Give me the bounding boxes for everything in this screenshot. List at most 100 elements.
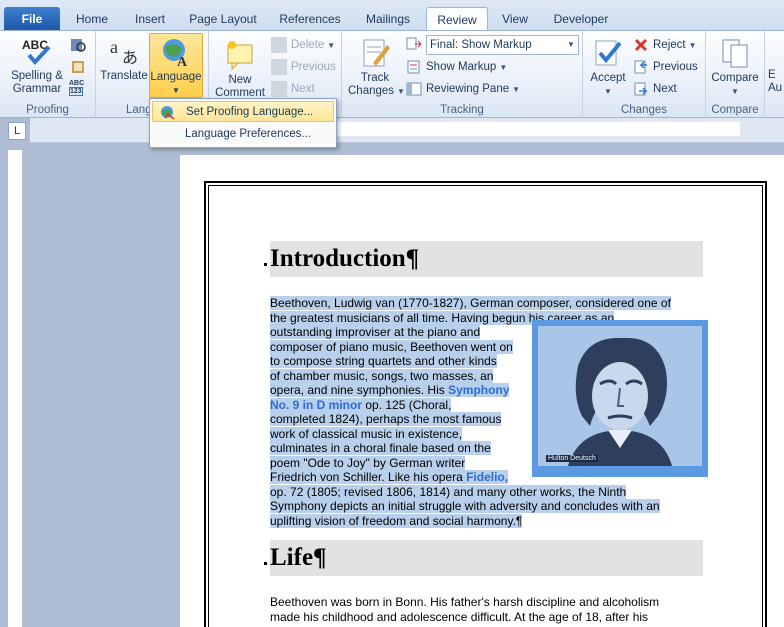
- previous-change-label: Previous: [653, 61, 698, 73]
- translate-icon: aあ: [108, 35, 140, 67]
- accept-button[interactable]: Accept ▼: [585, 37, 631, 98]
- language-button[interactable]: A Language ▼: [149, 33, 203, 98]
- tab-view[interactable]: View: [494, 8, 536, 30]
- image-credit: Hulton Deutsch: [546, 455, 598, 462]
- show-markup-label: Show Markup: [426, 61, 497, 73]
- text-line: outstanding improviser at the piano and: [270, 325, 481, 339]
- accept-icon: [592, 37, 624, 69]
- word-count-123: 123: [69, 87, 83, 96]
- translate-button[interactable]: aあ Translate: [98, 35, 150, 83]
- text-line: Beethoven was born in Bonn. His father's…: [270, 595, 660, 609]
- heading-life-text: Life¶: [270, 544, 327, 571]
- group-proofing: ABC Spelling & Grammar ABC 123 Proofing: [0, 31, 96, 117]
- previous-comment-label: Previous: [291, 61, 336, 73]
- text-line: op. 72 (1805; revised 1806, 1814) and ma…: [270, 484, 627, 499]
- word-count-icon[interactable]: ABC 123: [69, 80, 89, 98]
- tab-insert[interactable]: Insert: [124, 8, 176, 30]
- group-label-compare: Compare: [711, 104, 759, 116]
- show-markup-icon: [406, 59, 422, 75]
- heading-life[interactable]: Life¶: [270, 540, 703, 576]
- text-line: made his childhood and adolescence diffi…: [270, 609, 649, 624]
- tab-file[interactable]: File: [4, 7, 60, 31]
- ribbon-tab-bar: File Home Insert Page Layout References …: [0, 0, 784, 32]
- tab-references[interactable]: References: [272, 8, 348, 30]
- new-label: New: [228, 74, 252, 86]
- spelling-grammar-button[interactable]: ABC Spelling & Grammar: [6, 35, 68, 96]
- text-line: op. 125 (Choral,: [362, 397, 452, 412]
- group-label-tracking: Tracking: [440, 104, 484, 116]
- delete-comment-button[interactable]: Delete ▼: [271, 35, 335, 55]
- text-line: to compose string quartets and other kin…: [270, 354, 497, 368]
- reviewing-pane-icon: [406, 81, 422, 97]
- previous-change-button[interactable]: Previous: [633, 57, 698, 77]
- beethoven-portrait-image[interactable]: Hulton Deutsch: [532, 320, 708, 477]
- next-change-button[interactable]: Next: [633, 79, 677, 99]
- previous-comment-icon: [271, 58, 287, 75]
- compare-button[interactable]: Compare ▼: [708, 37, 762, 98]
- tab-developer[interactable]: Developer: [546, 8, 616, 30]
- spelling-icon: ABC: [21, 35, 53, 67]
- tab-mailings[interactable]: Mailings: [356, 8, 420, 30]
- group-label-proofing: Proofing: [26, 104, 69, 116]
- symphony-title: No. 9 in D minor: [270, 397, 363, 412]
- protect-partial-label-1: E: [768, 69, 776, 81]
- menu-item-language-preferences[interactable]: Language Preferences...: [152, 124, 334, 145]
- grammar-label: Grammar: [12, 83, 62, 95]
- reject-button[interactable]: Reject ▼: [633, 35, 697, 55]
- text-line: culminates in a choral finale based on t…: [270, 441, 491, 455]
- show-markup-button[interactable]: Show Markup ▼: [406, 57, 507, 77]
- heading-introduction[interactable]: Introduction¶: [270, 241, 703, 277]
- svg-text:A: A: [177, 55, 188, 68]
- group-label-changes: Changes: [620, 104, 668, 116]
- display-for-review-select[interactable]: Final: Show Markup ▼: [426, 35, 579, 55]
- track-changes-icon: [359, 37, 391, 69]
- new-comment-button[interactable]: New Comment: [215, 39, 265, 100]
- horizontal-ruler[interactable]: [30, 118, 784, 143]
- display-for-review-icon: [406, 36, 422, 52]
- tab-review[interactable]: Review: [426, 7, 488, 32]
- next-comment-label: Next: [291, 83, 315, 95]
- chevron-down-icon: ▼: [567, 40, 575, 49]
- thesaurus-icon[interactable]: [70, 59, 86, 75]
- paragraph-life[interactable]: Beethoven was born in Bonn. His father's…: [270, 595, 659, 624]
- reject-label: Reject: [653, 39, 686, 51]
- menu-item-set-proofing-language[interactable]: Set Proofing Language...: [152, 101, 334, 122]
- research-icon[interactable]: [70, 37, 86, 53]
- paragraph-mark-dot: [264, 263, 267, 266]
- svg-text:a: a: [110, 37, 118, 57]
- language-dropdown-menu: Set Proofing Language... Language Prefer…: [149, 98, 337, 148]
- text-line: completed 1824), perhaps the most famous: [270, 412, 502, 426]
- next-comment-button[interactable]: Next: [271, 79, 315, 99]
- tab-page-layout[interactable]: Page Layout: [184, 8, 262, 30]
- language-label: Language: [150, 71, 202, 83]
- track-changes-button[interactable]: Track Changes ▼: [348, 37, 405, 98]
- text-line: work of classical music in existence,: [270, 426, 463, 441]
- symphony-link: Symphony: [448, 383, 510, 397]
- language-dropdown-arrow: ▼: [172, 86, 180, 95]
- svg-text:あ: あ: [122, 49, 138, 67]
- text-line: composer of piano music, Beethoven went …: [270, 339, 513, 354]
- new-comment-icon: [224, 39, 256, 71]
- vertical-ruler[interactable]: [8, 150, 23, 627]
- compare-icon: [719, 37, 751, 69]
- translate-label: Translate: [100, 70, 148, 82]
- track-label: Track: [360, 72, 390, 84]
- language-preferences-label: Language Preferences...: [185, 128, 311, 140]
- previous-change-icon: [633, 59, 649, 75]
- reviewing-pane-button[interactable]: Reviewing Pane ▼: [406, 79, 520, 99]
- text-line: poem "Ode to Joy" by German writer: [270, 455, 466, 470]
- text-line: Friedrich von Schiller. Like his opera: [270, 470, 467, 484]
- group-compare: Compare ▼ Compare: [706, 31, 765, 117]
- previous-comment-button[interactable]: Previous: [271, 57, 336, 77]
- accept-label: Accept: [590, 72, 626, 84]
- group-tracking: Track Changes ▼ Final: Show Markup ▼ Show…: [342, 31, 583, 117]
- language-globe-icon: A: [160, 36, 192, 70]
- protect-partial-button[interactable]: E Au: [768, 69, 784, 95]
- changes-label: Changes: [348, 85, 395, 97]
- spelling-label: Spelling &: [11, 70, 63, 82]
- tab-home[interactable]: Home: [68, 8, 116, 30]
- delete-label: Delete: [291, 39, 325, 51]
- tab-selector[interactable]: L: [8, 122, 26, 140]
- proofing-language-icon: [159, 104, 175, 120]
- next-change-label: Next: [653, 83, 677, 95]
